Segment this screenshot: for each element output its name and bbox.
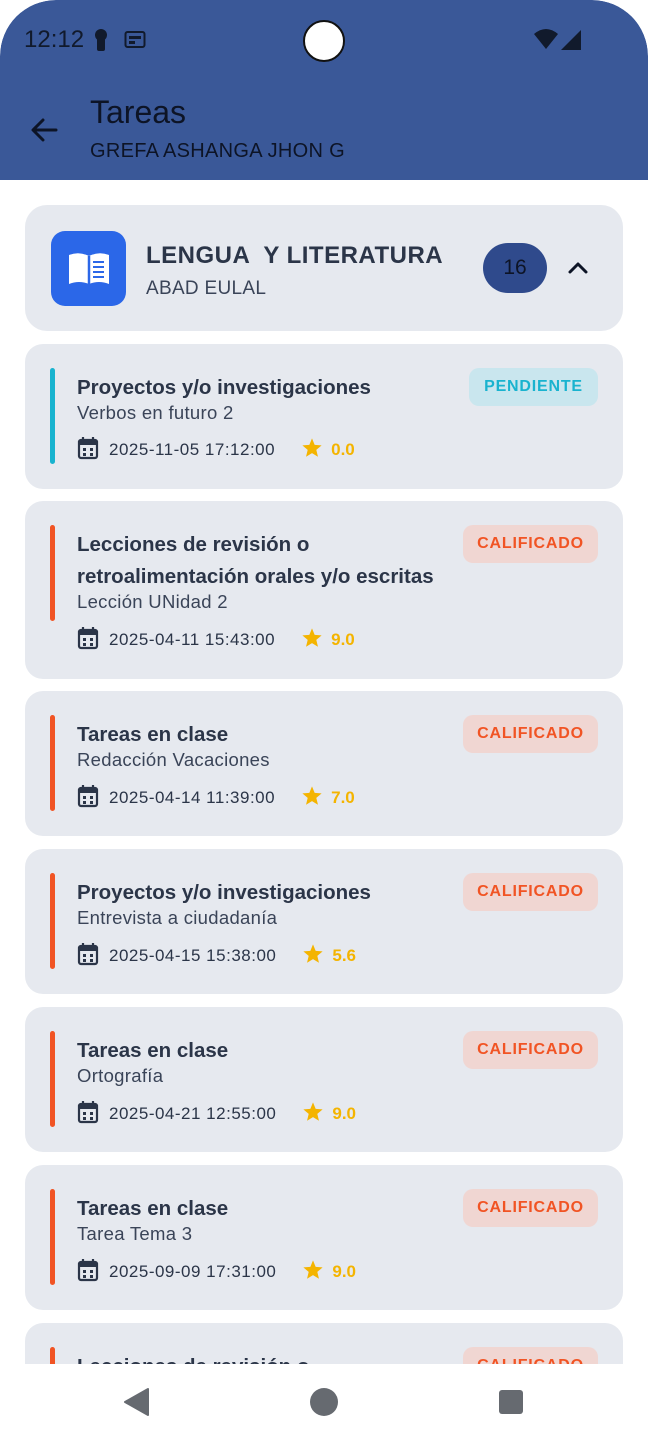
- subject-name: LENGUA Y LITERATURA: [146, 242, 444, 269]
- task-score: 0.0: [331, 440, 355, 459]
- status-badge: CALIFICADO: [463, 873, 598, 911]
- calendar-icon: [77, 942, 99, 971]
- task-meta: 2025-11-05 17:12:00 0.0: [77, 436, 355, 465]
- phone-screen: 12:12 Tareas GREFA ASHANGA JHON G LENGUA…: [0, 0, 648, 1440]
- task-accent-bar: [50, 1347, 55, 1364]
- student-name: GREFA ASHANGA JHON G: [90, 140, 345, 162]
- task-card[interactable]: Tareas en clase Tarea Tema 3 2025-09-09 …: [25, 1165, 623, 1310]
- task-category: Lecciones de revisión o: [77, 1351, 457, 1364]
- task-description: Lección UNidad 2: [77, 591, 228, 612]
- calendar-icon: [77, 1258, 99, 1287]
- task-category: Proyectos y/o investigaciones: [77, 881, 371, 904]
- system-nav-bar: [0, 1364, 648, 1440]
- star-icon: [302, 943, 324, 970]
- sim-card-icon: [124, 30, 146, 55]
- status-badge: CALIFICADO: [463, 1347, 598, 1364]
- task-accent-bar: [50, 1189, 55, 1285]
- nav-back-icon[interactable]: [122, 1387, 150, 1422]
- task-card[interactable]: Lecciones de revisión o CALIFICADO: [25, 1323, 623, 1364]
- calendar-icon: [77, 784, 99, 813]
- nav-recents-icon[interactable]: [498, 1389, 524, 1420]
- task-meta: 2025-04-15 15:38:00 5.6: [77, 942, 356, 971]
- wifi-icon: [533, 28, 559, 55]
- calendar-icon: [77, 436, 99, 465]
- task-description: Verbos en futuro 2: [77, 402, 234, 423]
- book-icon: [51, 231, 126, 306]
- task-card[interactable]: Proyectos y/o investigaciones Entrevista…: [25, 849, 623, 994]
- camera-cutout: [303, 20, 345, 62]
- task-category: Tareas en clase: [77, 1039, 229, 1062]
- task-meta: 2025-04-11 15:43:00 9.0: [77, 626, 355, 655]
- task-category: Tareas en clase: [77, 1197, 229, 1220]
- status-badge: PENDIENTE: [469, 368, 598, 406]
- lock-icon: [92, 28, 110, 57]
- task-score: 9.0: [331, 630, 355, 649]
- status-badge: CALIFICADO: [463, 715, 598, 753]
- task-date: 2025-04-15 15:38:00: [109, 946, 277, 965]
- task-score: 9.0: [332, 1104, 356, 1123]
- task-card[interactable]: Proyectos y/o investigaciones Verbos en …: [25, 344, 623, 489]
- star-icon: [302, 1259, 324, 1286]
- task-description: Redacción Vacaciones: [77, 749, 270, 770]
- task-accent-bar: [50, 525, 55, 621]
- task-category: Proyectos y/o investigaciones: [77, 376, 371, 399]
- star-icon: [301, 785, 323, 812]
- task-meta: 2025-09-09 17:31:00 9.0: [77, 1258, 356, 1287]
- task-score: 5.6: [332, 946, 356, 965]
- calendar-icon: [77, 1100, 99, 1129]
- task-list: LENGUA Y LITERATURA ABAD EULAL 16 Proyec…: [0, 180, 648, 1364]
- subject-card[interactable]: LENGUA Y LITERATURA ABAD EULAL 16: [25, 205, 623, 331]
- task-accent-bar: [50, 873, 55, 969]
- task-category: Lecciones de revisión o retroalimentació…: [77, 533, 434, 588]
- star-icon: [302, 1101, 324, 1128]
- calendar-icon: [77, 626, 99, 655]
- star-icon: [301, 437, 323, 464]
- task-card[interactable]: Tareas en clase Ortografía 2025-04-21 12…: [25, 1007, 623, 1152]
- task-date: 2025-04-11 15:43:00: [109, 630, 276, 649]
- task-card[interactable]: Tareas en clase Redacción Vacaciones 202…: [25, 691, 623, 836]
- status-badge: CALIFICADO: [463, 1189, 598, 1227]
- task-description: Tarea Tema 3: [77, 1223, 193, 1244]
- task-date: 2025-04-21 12:55:00: [109, 1104, 277, 1123]
- task-date: 2025-09-09 17:31:00: [109, 1262, 277, 1281]
- task-date: 2025-04-14 11:39:00: [109, 788, 276, 807]
- task-meta: 2025-04-21 12:55:00 9.0: [77, 1100, 356, 1129]
- signal-icon: [560, 29, 582, 56]
- nav-home-icon[interactable]: [309, 1387, 339, 1422]
- star-icon: [301, 627, 323, 654]
- task-accent-bar: [50, 368, 55, 464]
- task-card[interactable]: Lecciones de revisión o retroalimentació…: [25, 501, 623, 679]
- status-bar: 12:12: [0, 0, 648, 80]
- task-count-badge: 16: [483, 243, 547, 293]
- teacher-name: ABAD EULAL: [146, 278, 267, 299]
- task-score: 7.0: [331, 788, 355, 807]
- task-description: Ortografía: [77, 1065, 164, 1086]
- task-description: Entrevista a ciudadanía: [77, 907, 278, 928]
- task-date: 2025-11-05 17:12:00: [109, 440, 276, 459]
- task-accent-bar: [50, 715, 55, 811]
- back-arrow-icon[interactable]: [26, 112, 62, 148]
- task-score: 9.0: [332, 1262, 356, 1281]
- task-meta: 2025-04-14 11:39:00 7.0: [77, 784, 355, 813]
- app-bar: 12:12 Tareas GREFA ASHANGA JHON G: [0, 0, 648, 180]
- task-accent-bar: [50, 1031, 55, 1127]
- page-title: Tareas: [90, 94, 187, 130]
- status-time: 12:12: [24, 26, 85, 53]
- status-badge: CALIFICADO: [463, 1031, 598, 1069]
- chevron-up-icon[interactable]: [565, 255, 591, 281]
- task-category: Tareas en clase: [77, 723, 229, 746]
- status-badge: CALIFICADO: [463, 525, 598, 563]
